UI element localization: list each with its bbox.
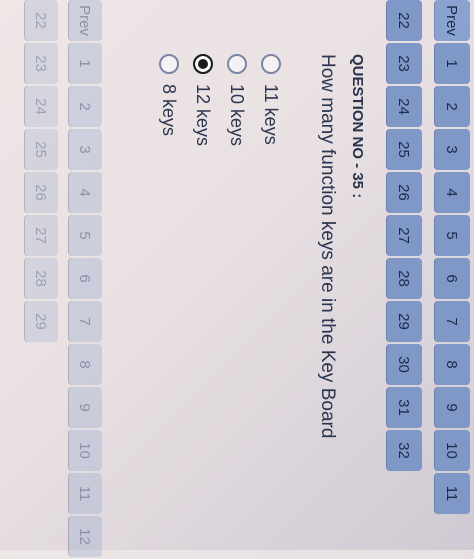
answer-option[interactable]: 8 keys <box>152 54 186 146</box>
question-nav-button[interactable]: 26 <box>386 172 422 213</box>
question-nav-button[interactable]: 31 <box>386 387 422 428</box>
faded-nav-button: 25 <box>24 129 58 170</box>
question-nav-button[interactable]: 2 <box>434 86 470 127</box>
faded-nav-button: 3 <box>68 129 102 170</box>
faded-nav-button: 12 <box>68 516 102 557</box>
faded-nav-button: 23 <box>24 43 58 84</box>
faded-pagination-row-2: 22 23 24 25 26 27 28 29 <box>24 0 58 344</box>
pagination-row-2: 22 23 24 25 26 27 28 29 30 31 32 <box>386 0 422 473</box>
question-nav-button[interactable]: 29 <box>386 301 422 342</box>
answer-options: 11 keys 10 keys 12 keys 8 keys <box>152 54 288 146</box>
question-nav-button[interactable]: 4 <box>434 172 470 213</box>
faded-nav-button: 9 <box>68 387 102 428</box>
faded-nav-button: 6 <box>68 258 102 299</box>
faded-nav-button: 22 <box>24 0 58 41</box>
radio-button-selected[interactable] <box>193 54 213 74</box>
question-nav-button[interactable]: 30 <box>386 344 422 385</box>
faded-pagination-row-1: Prev 1 2 3 4 5 6 7 8 9 10 11 12 <box>68 0 102 559</box>
question-text: How many function keys are in the Key Bo… <box>317 54 338 439</box>
question-nav-button[interactable]: 24 <box>386 86 422 127</box>
answer-option[interactable]: 10 keys <box>220 54 254 146</box>
faded-nav-button: 2 <box>68 86 102 127</box>
answer-option[interactable]: 11 keys <box>254 54 288 146</box>
question-nav-button[interactable]: 23 <box>386 43 422 84</box>
faded-nav-button: 7 <box>68 301 102 342</box>
answer-option-label: 12 keys <box>193 84 214 147</box>
faded-prev-button: Prev <box>68 0 102 41</box>
prev-button[interactable]: Prev <box>434 0 470 41</box>
radio-button[interactable] <box>227 54 247 74</box>
faded-nav-button: 11 <box>68 473 102 514</box>
question-nav-button[interactable]: 25 <box>386 129 422 170</box>
question-nav-button[interactable]: 32 <box>386 430 422 471</box>
question-nav-button[interactable]: 11 <box>434 473 470 514</box>
faded-nav-button: 1 <box>68 43 102 84</box>
faded-nav-button: 8 <box>68 344 102 385</box>
question-nav-button[interactable]: 5 <box>434 215 470 256</box>
question-nav-button[interactable]: 1 <box>434 43 470 84</box>
faded-nav-button: 28 <box>24 258 58 299</box>
answer-option[interactable]: 12 keys <box>186 54 220 146</box>
question-title: QUESTION NO - 35 : <box>349 54 366 199</box>
answer-option-label: 10 keys <box>227 84 248 147</box>
radio-button[interactable] <box>261 54 281 74</box>
question-nav-button[interactable]: 7 <box>434 301 470 342</box>
question-nav-button[interactable]: 8 <box>434 344 470 385</box>
pagination-row-1: Prev 1 2 3 4 5 6 7 8 9 10 11 <box>434 0 470 516</box>
faded-nav-button: 29 <box>24 301 58 342</box>
faded-nav-button: 4 <box>68 172 102 213</box>
question-nav-button[interactable]: 27 <box>386 215 422 256</box>
faded-nav-button: 24 <box>24 86 58 127</box>
faded-pagination: Prev 1 2 3 4 5 6 7 8 9 10 11 12 22 23 24… <box>0 0 112 557</box>
faded-nav-button: 26 <box>24 172 58 213</box>
faded-nav-button: 10 <box>68 430 102 471</box>
question-nav-button[interactable]: 9 <box>434 387 470 428</box>
radio-button[interactable] <box>159 54 179 74</box>
answer-option-label: 8 keys <box>159 84 180 137</box>
question-nav-button[interactable]: 6 <box>434 258 470 299</box>
question-nav-button[interactable]: 10 <box>434 430 470 471</box>
answer-option-label: 11 keys <box>261 84 282 145</box>
faded-nav-button: 27 <box>24 215 58 256</box>
question-nav-button[interactable]: 28 <box>386 258 422 299</box>
question-nav-button[interactable]: 3 <box>434 129 470 170</box>
faded-nav-button: 5 <box>68 215 102 256</box>
question-nav-button[interactable]: 22 <box>386 0 422 41</box>
question-page: Prev 1 2 3 4 5 6 7 8 9 10 11 22 23 24 25… <box>0 0 474 557</box>
